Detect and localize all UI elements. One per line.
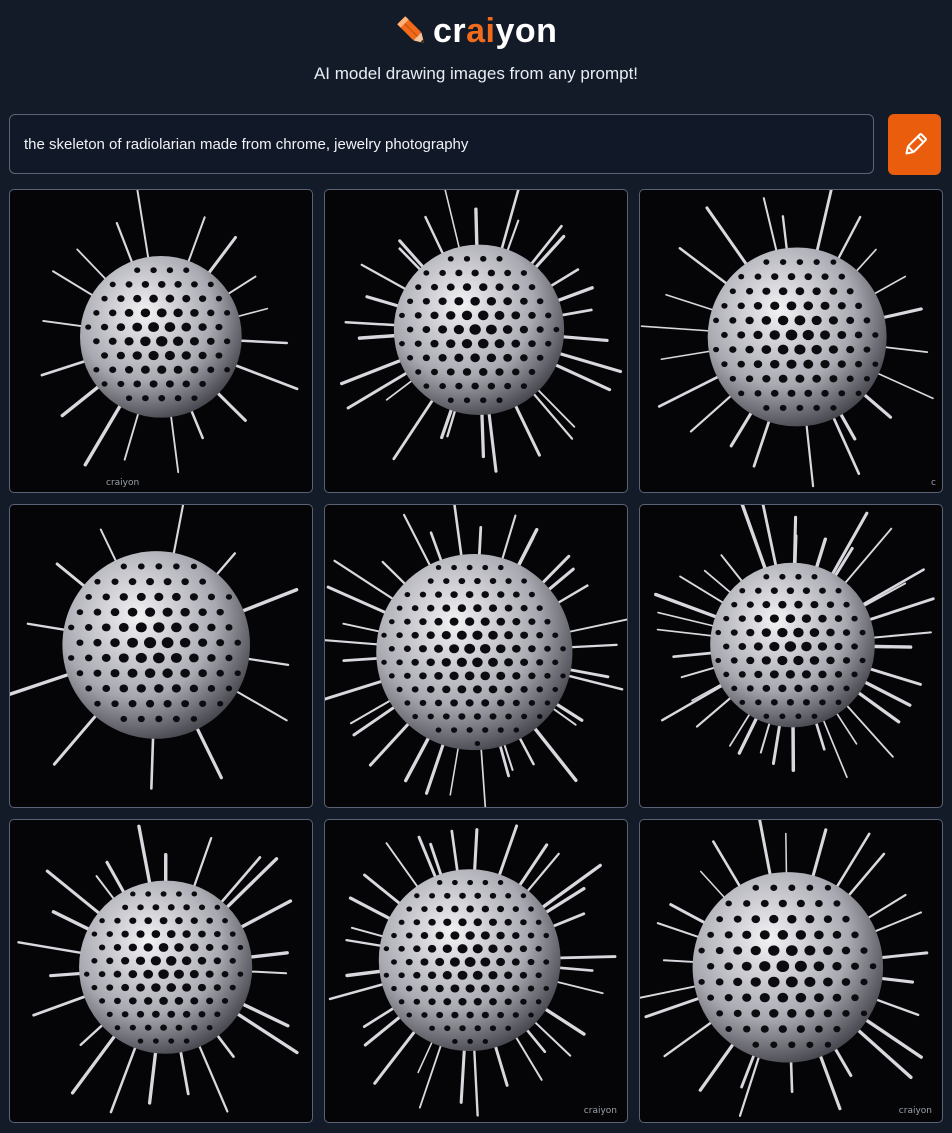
craiyon-page: craiyon AI model drawing images from any… — [0, 0, 952, 1133]
tagline: AI model drawing images from any prompt! — [313, 64, 639, 83]
draw-button[interactable] — [888, 114, 941, 175]
radiolarian-image — [17, 824, 299, 1114]
header: craiyon AI model drawing images from any… — [0, 0, 952, 110]
watermark: craiyon — [583, 1106, 617, 1116]
radiolarian-image — [654, 505, 935, 779]
result-image[interactable] — [324, 189, 628, 493]
result-image[interactable] — [324, 504, 628, 808]
watermark: craiyon — [106, 478, 140, 488]
result-image[interactable]: c — [639, 189, 943, 493]
radiolarian-image — [640, 190, 934, 488]
watermark: c — [931, 478, 936, 488]
logo[interactable]: craiyon — [393, 10, 557, 52]
result-image[interactable] — [9, 504, 313, 808]
watermark: craiyon — [898, 1106, 932, 1116]
result-image[interactable]: craiyon — [9, 189, 313, 493]
prompt-box — [9, 114, 874, 174]
result-image[interactable]: craiyon — [639, 819, 943, 1123]
result-image[interactable] — [639, 504, 943, 808]
radiolarian-image — [640, 820, 929, 1117]
radiolarian-image — [328, 824, 617, 1117]
result-image[interactable] — [9, 819, 313, 1123]
radiolarian-image — [325, 505, 627, 807]
radiolarian-image — [10, 505, 299, 790]
result-image[interactable]: craiyon — [324, 819, 628, 1123]
pencil-icon — [397, 16, 425, 44]
radiolarian-image — [40, 190, 299, 474]
pencil-icon — [905, 132, 927, 154]
logo-text: craiyon — [433, 12, 558, 50]
radiolarian-image — [340, 190, 623, 473]
results-grid: craiyon c craiyon craiyon — [9, 189, 943, 1123]
prompt-input[interactable] — [22, 134, 861, 154]
